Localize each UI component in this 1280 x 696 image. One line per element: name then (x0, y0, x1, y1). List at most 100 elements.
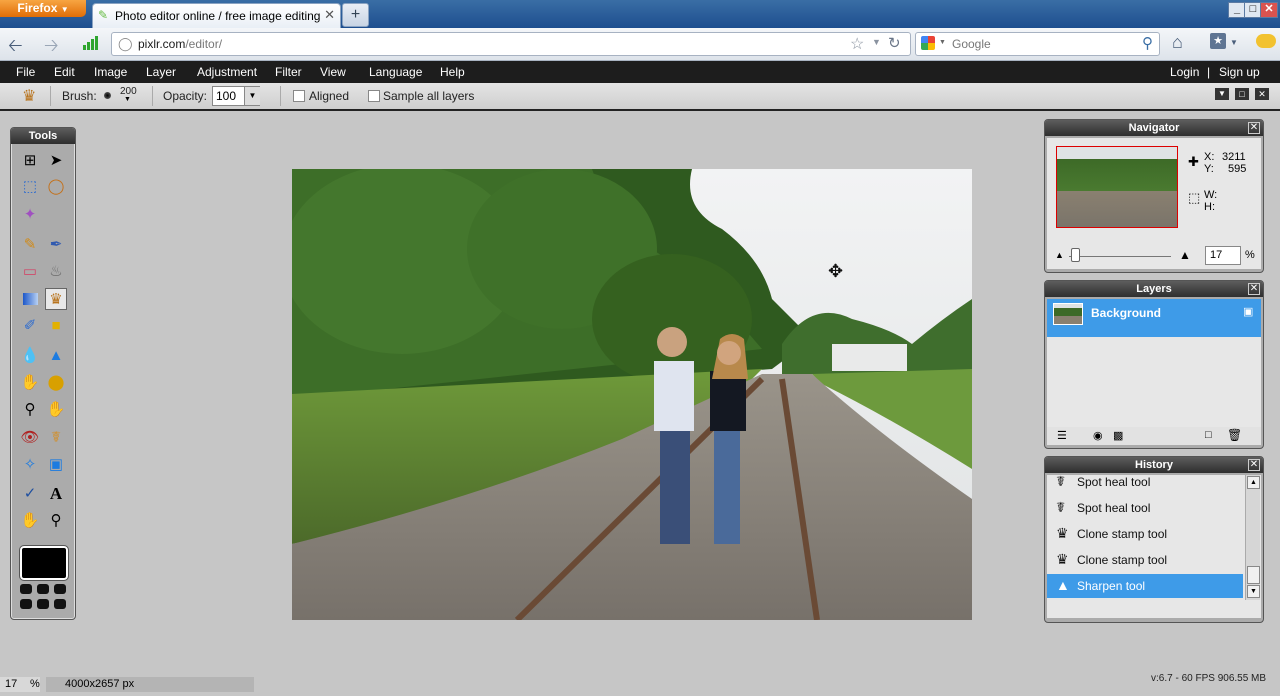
navigator-thumbnail[interactable] (1056, 146, 1178, 228)
redeye-icon[interactable]: 👁 (19, 427, 41, 449)
home-icon[interactable]: ⌂ (1172, 32, 1183, 53)
reload-icon[interactable]: ↻ (888, 34, 901, 52)
preset-dot[interactable] (54, 599, 66, 609)
dodge-icon[interactable]: ⚲ (19, 399, 41, 421)
spot-heal-icon[interactable]: ☤ (45, 427, 67, 449)
menu-language[interactable]: Language (369, 65, 422, 79)
history-item-selected[interactable]: ▲ Sharpen tool (1047, 574, 1243, 598)
lasso-icon[interactable]: ◯ (45, 176, 67, 198)
color-replace-icon[interactable]: ✐ (19, 315, 41, 337)
zoom-input[interactable]: 17 (1205, 246, 1241, 265)
layer-settings-icon[interactable]: ☰ (1057, 429, 1067, 442)
sharpen-icon[interactable]: ▲ (45, 345, 67, 367)
forward-arrow-icon[interactable]: 🡢 (44, 33, 59, 63)
close-icon[interactable]: ✕ (1248, 283, 1260, 295)
layer-mask-icon[interactable]: ◉ (1093, 429, 1103, 442)
browser-tab[interactable]: ✎ Photo editor online / free image editi… (92, 3, 341, 29)
close-icon[interactable]: ✕ (1248, 459, 1260, 471)
clone-stamp-icon[interactable]: ♛ (45, 288, 67, 310)
history-item[interactable]: ☤ Spot heal tool (1047, 475, 1243, 494)
firefox-menu-button[interactable]: Firefox ▼ (0, 0, 86, 17)
url-bar[interactable]: ◯ pixlr.com/editor/ ☆ ▼ ↻ (111, 32, 911, 56)
blur-icon[interactable]: 💧 (19, 345, 41, 367)
collapse-panels-icon[interactable]: ▼ (1215, 88, 1229, 100)
menu-adjustment[interactable]: Adjustment (197, 65, 257, 79)
dropdown-arrow-icon[interactable]: ▼ (244, 87, 260, 105)
bloat-icon[interactable]: ✧ (19, 454, 41, 476)
login-link[interactable]: Login (1170, 65, 1199, 79)
foreground-color-swatch[interactable] (19, 545, 69, 581)
history-scrollbar[interactable]: ▲ ▼ (1245, 475, 1260, 600)
search-icon[interactable]: ⚲ (1142, 34, 1153, 52)
signal-bars-icon[interactable] (83, 36, 99, 50)
smudge-icon[interactable]: ✋ (19, 372, 41, 394)
addon-icon[interactable] (1256, 34, 1276, 48)
scroll-down-icon[interactable]: ▼ (1247, 585, 1260, 598)
delete-layer-icon[interactable]: 🗑 (1227, 428, 1242, 442)
close-icon[interactable]: ✕ (1248, 122, 1260, 134)
sponge-icon[interactable]: ⬤ (45, 372, 67, 394)
marquee-icon[interactable]: ⬚ (19, 176, 41, 198)
zoom-icon[interactable]: ⚲ (45, 510, 67, 532)
move-icon[interactable]: ➤ (45, 150, 67, 172)
pencil-icon[interactable]: ✎ (19, 234, 41, 256)
layer-row-background[interactable]: Background ▣ (1047, 299, 1261, 337)
zoom-slider-handle[interactable] (1071, 248, 1080, 262)
crop-icon[interactable]: ⊞ (19, 150, 41, 172)
close-app-icon[interactable]: ✕ (1255, 88, 1269, 100)
dropdown-arrow-icon[interactable]: ▼ (1230, 38, 1238, 47)
menu-layer[interactable]: Layer (146, 65, 176, 79)
preset-dot[interactable] (54, 584, 66, 594)
pinch-icon[interactable]: ▣ (45, 454, 67, 476)
menu-view[interactable]: View (320, 65, 346, 79)
layer-styles-icon[interactable]: ▩ (1113, 429, 1123, 442)
menu-filter[interactable]: Filter (275, 65, 302, 79)
close-window-button[interactable]: ✕ (1260, 2, 1278, 18)
menu-file[interactable]: File (16, 65, 35, 79)
back-arrow-icon[interactable]: 🡠 (8, 33, 23, 63)
maximize-app-icon[interactable]: □ (1235, 88, 1249, 100)
new-layer-icon[interactable]: □ (1205, 429, 1212, 441)
tab-close-icon[interactable]: ✕ (324, 7, 335, 23)
brush-picker[interactable]: 200 ▼ (102, 85, 142, 105)
hand-icon[interactable]: ✋ (19, 510, 41, 532)
eraser-icon[interactable]: ▭ (19, 261, 41, 283)
scroll-up-icon[interactable]: ▲ (1247, 476, 1260, 489)
zoom-out-icon[interactable]: ▲ (1055, 250, 1064, 260)
status-zoom-input[interactable]: 17 % (0, 677, 40, 692)
history-item[interactable]: ☤ Spot heal tool (1047, 496, 1243, 520)
signup-link[interactable]: Sign up (1219, 65, 1260, 79)
zoom-slider[interactable] (1069, 256, 1171, 257)
scroll-thumb[interactable] (1247, 566, 1260, 584)
wand-icon[interactable]: ✦ (19, 204, 41, 226)
aligned-checkbox[interactable] (293, 90, 305, 102)
dropdown-arrow-icon[interactable]: ▼ (872, 37, 881, 47)
tool-presets-grid[interactable] (20, 584, 66, 612)
burn-icon[interactable]: ✋ (45, 399, 67, 421)
menu-edit[interactable]: Edit (54, 65, 75, 79)
menu-help[interactable]: Help (440, 65, 465, 79)
preset-dot[interactable] (37, 599, 49, 609)
new-tab-button[interactable]: + (342, 3, 369, 27)
picker-icon[interactable]: ✓ (19, 483, 41, 505)
google-icon[interactable] (921, 36, 935, 50)
history-item[interactable]: ♛ Clone stamp tool (1047, 548, 1243, 572)
preset-dot[interactable] (37, 584, 49, 594)
type-icon[interactable]: A (45, 483, 67, 505)
menu-image[interactable]: Image (94, 65, 127, 79)
bookmarks-icon[interactable]: ★ (1210, 33, 1226, 49)
bookmark-star-icon[interactable]: ☆ (850, 34, 864, 54)
search-input[interactable]: Google (952, 37, 991, 51)
sample-all-layers-checkbox[interactable] (368, 90, 380, 102)
preset-dot[interactable] (20, 584, 32, 594)
bucket-icon[interactable]: ♨ (45, 261, 67, 283)
history-item[interactable]: ♛ Clone stamp tool (1047, 522, 1243, 546)
image-canvas[interactable]: ✥ (292, 169, 972, 620)
shape-icon[interactable]: ■ (45, 315, 67, 337)
zoom-in-icon[interactable]: ▲ (1179, 248, 1191, 262)
preset-dot[interactable] (20, 599, 32, 609)
gradient-icon[interactable] (19, 288, 41, 310)
search-bar[interactable]: ▼ Google ⚲ (915, 32, 1160, 56)
brush-icon[interactable]: ✒ (45, 234, 67, 256)
opacity-input[interactable]: 100 ▼ (212, 86, 260, 106)
